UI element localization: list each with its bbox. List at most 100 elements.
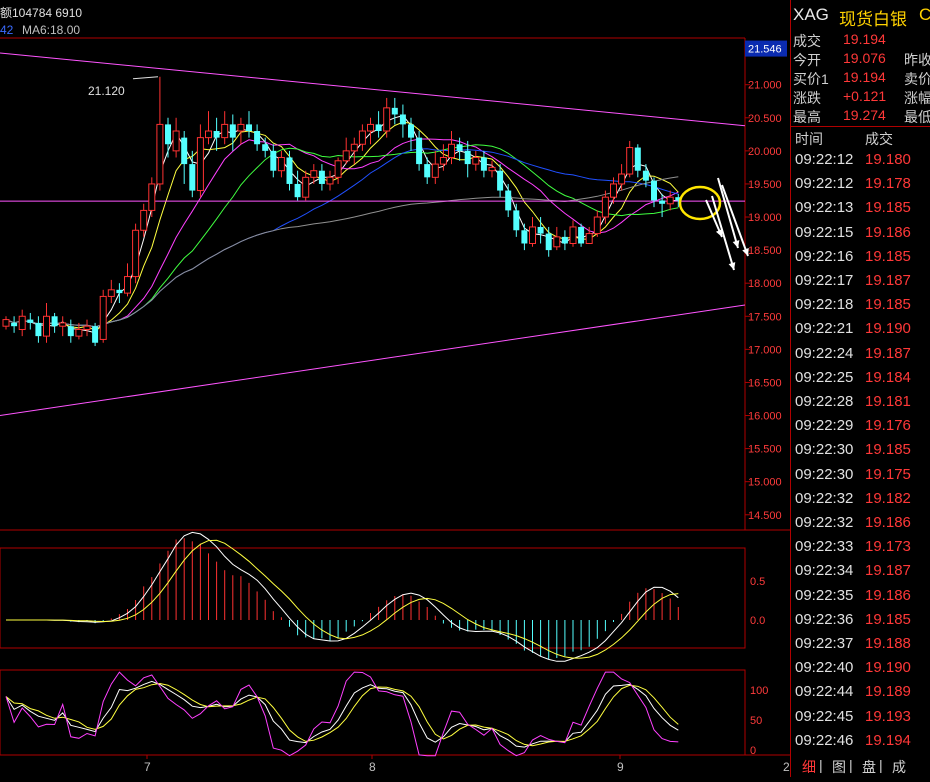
current-price-tag: 21.546 bbox=[748, 44, 782, 56]
candle-body bbox=[375, 124, 382, 132]
quote-row: 最高 19.274 最低 bbox=[791, 106, 930, 126]
tick-time: 09:22:34 bbox=[795, 562, 854, 580]
tick-time: 09:22:32 bbox=[795, 514, 854, 531]
tick-price: 19.173 bbox=[865, 538, 911, 556]
tick-time: 09:22:21 bbox=[795, 320, 854, 338]
tab-2[interactable]: 盘 bbox=[862, 757, 876, 777]
tick-price: 19.185 bbox=[865, 296, 911, 314]
tick-time: 09:22:37 bbox=[795, 635, 854, 652]
tab-separator: | bbox=[849, 757, 853, 773]
symbol-header[interactable]: XAG 现货白银 C bbox=[791, 0, 930, 30]
tick-row: 09:22:40 19.190 bbox=[791, 657, 930, 680]
tick-price: 19.186 bbox=[865, 514, 911, 531]
tick-time: 09:22:15 bbox=[795, 223, 854, 241]
candle-body bbox=[43, 315, 50, 337]
tick-price: 19.193 bbox=[865, 707, 911, 725]
candle-body bbox=[148, 183, 156, 211]
candle-body bbox=[497, 170, 504, 191]
candle-body bbox=[561, 236, 568, 244]
tab-3[interactable]: 成 bbox=[892, 757, 906, 777]
tick-price: 19.178 bbox=[865, 175, 911, 193]
candlestick-chart[interactable]: 21.000 20.500 20.000 19.500 19.000 18.500 18.0… bbox=[0, 0, 790, 777]
macd-dif-line bbox=[6, 531, 679, 662]
candle-body bbox=[513, 210, 520, 231]
candle-body bbox=[350, 143, 358, 152]
quote-value: 19.194 bbox=[843, 69, 886, 85]
quote-value: 19.274 bbox=[843, 107, 886, 123]
tick-price: 19.190 bbox=[865, 659, 911, 677]
tick-price: 19.175 bbox=[865, 465, 911, 483]
candle-body bbox=[448, 143, 455, 158]
tick-row: 09:22:45 19.193 bbox=[791, 706, 930, 729]
candle-body bbox=[553, 236, 561, 248]
bottom-tabs: 细 | 图 | 盘 | 成 bbox=[785, 755, 930, 777]
candle-body bbox=[286, 157, 293, 184]
candle-body bbox=[342, 150, 350, 162]
tick-price: 19.187 bbox=[865, 272, 911, 289]
candle-body bbox=[593, 216, 601, 235]
tick-time: 09:22:30 bbox=[795, 465, 854, 483]
tick-price: 19.190 bbox=[865, 320, 911, 338]
candle-body bbox=[618, 173, 626, 185]
candle-body bbox=[416, 137, 423, 165]
price-axis-label: 14.500 bbox=[748, 510, 782, 522]
tick-row: 09:22:36 19.185 bbox=[791, 609, 930, 632]
tick-row: 09:22:32 19.182 bbox=[791, 488, 930, 511]
candle-body bbox=[124, 276, 131, 294]
tick-row: 09:22:24 19.187 bbox=[791, 343, 930, 366]
candle-body bbox=[172, 130, 180, 152]
tick-price: 19.187 bbox=[865, 344, 911, 362]
ma-line-3 bbox=[5, 115, 679, 334]
candle-body bbox=[116, 289, 123, 294]
candle-body bbox=[488, 166, 496, 172]
quote-label-secondary: 卖价 bbox=[904, 71, 930, 87]
ticks-header: 时间 成交 bbox=[791, 126, 930, 149]
candle-body bbox=[213, 131, 220, 138]
candle-body bbox=[626, 147, 634, 175]
tick-price: 19.185 bbox=[865, 610, 911, 628]
ma-line-18 bbox=[5, 144, 679, 328]
tab-0[interactable]: 细 bbox=[802, 757, 816, 777]
price-axis-label: 15.500 bbox=[748, 444, 782, 456]
quote-label: 成交 bbox=[793, 33, 821, 49]
quote-label: 买价1 bbox=[793, 71, 829, 87]
candle-body bbox=[326, 176, 334, 185]
candle-body bbox=[262, 144, 269, 151]
candle-body bbox=[51, 316, 58, 327]
tick-row: 09:22:13 19.185 bbox=[791, 197, 930, 220]
macd-axis-label: 0.5 bbox=[750, 576, 765, 588]
quote-label: 最高 bbox=[793, 109, 821, 125]
tick-time: 09:22:33 bbox=[795, 538, 854, 556]
candle-body bbox=[634, 147, 641, 171]
candle-body bbox=[107, 289, 115, 297]
candle-body bbox=[99, 295, 107, 340]
price-axis-label: 18.000 bbox=[748, 278, 782, 290]
candle-body bbox=[221, 123, 229, 139]
quote-row: 成交 19.194 bbox=[791, 30, 930, 50]
tab-1[interactable]: 图 bbox=[832, 757, 846, 777]
tick-row: 09:22:44 19.189 bbox=[791, 681, 930, 704]
tab-separator: | bbox=[879, 757, 883, 773]
candle-body bbox=[334, 160, 342, 178]
ma-line-70 bbox=[5, 176, 679, 328]
candle-body bbox=[11, 322, 18, 327]
price-axis-label: 17.000 bbox=[748, 344, 782, 356]
tick-time: 09:22:12 bbox=[795, 151, 854, 168]
tick-row: 09:22:18 19.185 bbox=[791, 294, 930, 317]
tick-price: 19.194 bbox=[865, 731, 911, 749]
tick-price: 19.176 bbox=[865, 417, 911, 435]
candle-body bbox=[2, 319, 10, 327]
tick-price: 19.189 bbox=[865, 683, 911, 701]
candle-body bbox=[35, 322, 42, 337]
candle-body bbox=[27, 319, 34, 323]
kline-chart-area[interactable]: 21.000 20.500 20.000 19.500 19.000 18.500 18.0… bbox=[0, 0, 790, 777]
tick-time: 09:22:30 bbox=[795, 441, 854, 459]
tick-time: 09:22:13 bbox=[795, 199, 854, 217]
tick-time: 09:22:12 bbox=[795, 175, 854, 193]
tick-row: 09:22:37 19.188 bbox=[791, 633, 930, 656]
quote-row: 今开 19.076 昨收 bbox=[791, 49, 930, 69]
quote-value: 19.194 bbox=[843, 31, 886, 47]
tick-row: 09:22:16 19.185 bbox=[791, 246, 930, 269]
candle-body bbox=[521, 230, 528, 244]
candle-body bbox=[140, 209, 148, 231]
